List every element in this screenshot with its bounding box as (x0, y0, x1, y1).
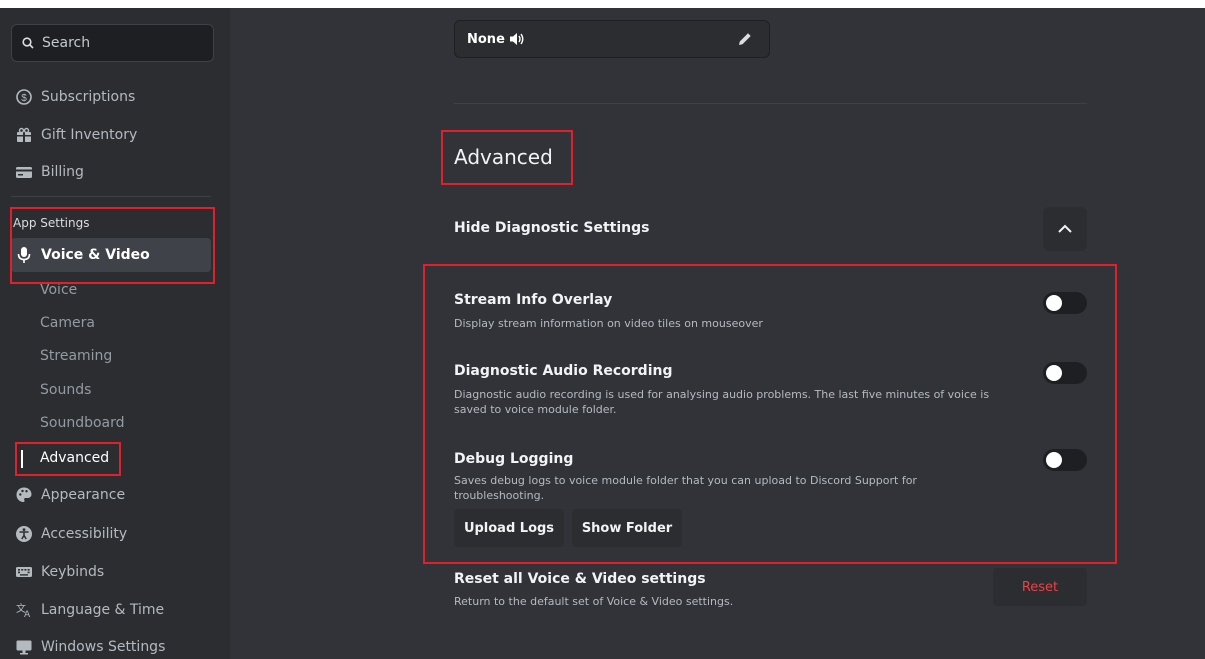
sidebar-subitem-camera[interactable]: Camera (40, 312, 95, 334)
sidebar-item-subscriptions[interactable]: $ Subscriptions (11, 80, 211, 114)
highlight-box-voice-video (10, 207, 215, 284)
sound-select[interactable]: None (454, 20, 770, 58)
stream-info-toggle[interactable] (1043, 292, 1087, 314)
gift-icon (14, 125, 34, 145)
sidebar-subitem-streaming[interactable]: Streaming (40, 345, 112, 367)
toggle-knob (1046, 295, 1062, 311)
sidebar-item-label: Language & Time (41, 602, 165, 618)
section-divider (454, 103, 1087, 104)
option-title-debug-logging: Debug Logging (454, 451, 574, 467)
sidebar-item-label: Gift Inventory (41, 127, 138, 143)
sidebar-item-windows-settings[interactable]: Windows Settings (11, 630, 211, 659)
option-title-stream-info: Stream Info Overlay (454, 292, 613, 308)
sidebar-item-label: Keybinds (41, 564, 105, 580)
keyboard-icon (14, 562, 34, 582)
debug-logging-toggle[interactable] (1043, 449, 1087, 471)
settings-content: None Advanced Hide Diagnostic Settings S… (230, 8, 1205, 659)
search-placeholder: Search (42, 35, 91, 51)
sidebar-item-label: Billing (41, 164, 84, 180)
sidebar-subitem-soundboard[interactable]: Soundboard (40, 412, 125, 434)
sidebar-item-accessibility[interactable]: Accessibility (11, 517, 211, 551)
subscriptions-icon: $ (14, 87, 34, 107)
reset-button[interactable]: Reset (993, 568, 1087, 606)
reset-title: Reset all Voice & Video settings (454, 571, 706, 587)
option-desc-debug-logging: Saves debug logs to voice module folder … (454, 474, 917, 502)
option-desc-stream-info: Display stream information on video tile… (454, 317, 763, 330)
svg-text:A: A (24, 610, 31, 619)
hide-diagnostic-label[interactable]: Hide Diagnostic Settings (454, 220, 649, 236)
upload-logs-button[interactable]: Upload Logs (454, 509, 564, 547)
settings-window: Search $ Subscriptions Gift Inventory Bi… (0, 8, 1205, 659)
diagnostic-audio-toggle[interactable] (1043, 362, 1087, 384)
chevron-up-icon (1058, 224, 1072, 233)
collapse-button[interactable] (1043, 207, 1087, 251)
palette-icon (14, 485, 34, 505)
highlight-box-title (441, 130, 573, 185)
sidebar-item-label: Accessibility (41, 526, 128, 542)
monitor-icon (14, 637, 34, 657)
toggle-knob (1046, 452, 1062, 468)
sidebar-item-keybinds[interactable]: Keybinds (11, 555, 211, 589)
svg-text:$: $ (21, 93, 27, 104)
option-desc-diagnostic-audio: Diagnostic audio recording is used for a… (454, 388, 990, 416)
sidebar-item-gift-inventory[interactable]: Gift Inventory (11, 118, 211, 152)
sound-select-value: None (467, 31, 505, 47)
sidebar-divider (11, 196, 211, 197)
sidebar-item-appearance[interactable]: Appearance (11, 478, 211, 512)
volume-icon (509, 32, 525, 46)
option-title-diagnostic-audio: Diagnostic Audio Recording (454, 363, 673, 379)
accessibility-icon (14, 524, 34, 544)
sidebar-subitem-sounds[interactable]: Sounds (40, 379, 91, 401)
search-input[interactable]: Search (11, 24, 214, 62)
search-icon (22, 37, 34, 49)
sidebar-item-label: Appearance (41, 487, 126, 503)
show-folder-button[interactable]: Show Folder (572, 509, 682, 547)
sidebar-item-language-time[interactable]: 文A Language & Time (11, 593, 211, 627)
reset-desc: Return to the default set of Voice & Vid… (454, 595, 734, 608)
settings-sidebar: Search $ Subscriptions Gift Inventory Bi… (0, 8, 230, 659)
highlight-box-advanced-nav (15, 442, 121, 476)
pencil-icon[interactable] (737, 31, 753, 51)
sidebar-item-label: Windows Settings (41, 639, 166, 655)
billing-icon (14, 162, 34, 182)
sidebar-item-label: Subscriptions (41, 89, 136, 105)
language-icon: 文A (14, 600, 34, 620)
toggle-knob (1046, 365, 1062, 381)
sidebar-item-billing[interactable]: Billing (11, 155, 211, 189)
